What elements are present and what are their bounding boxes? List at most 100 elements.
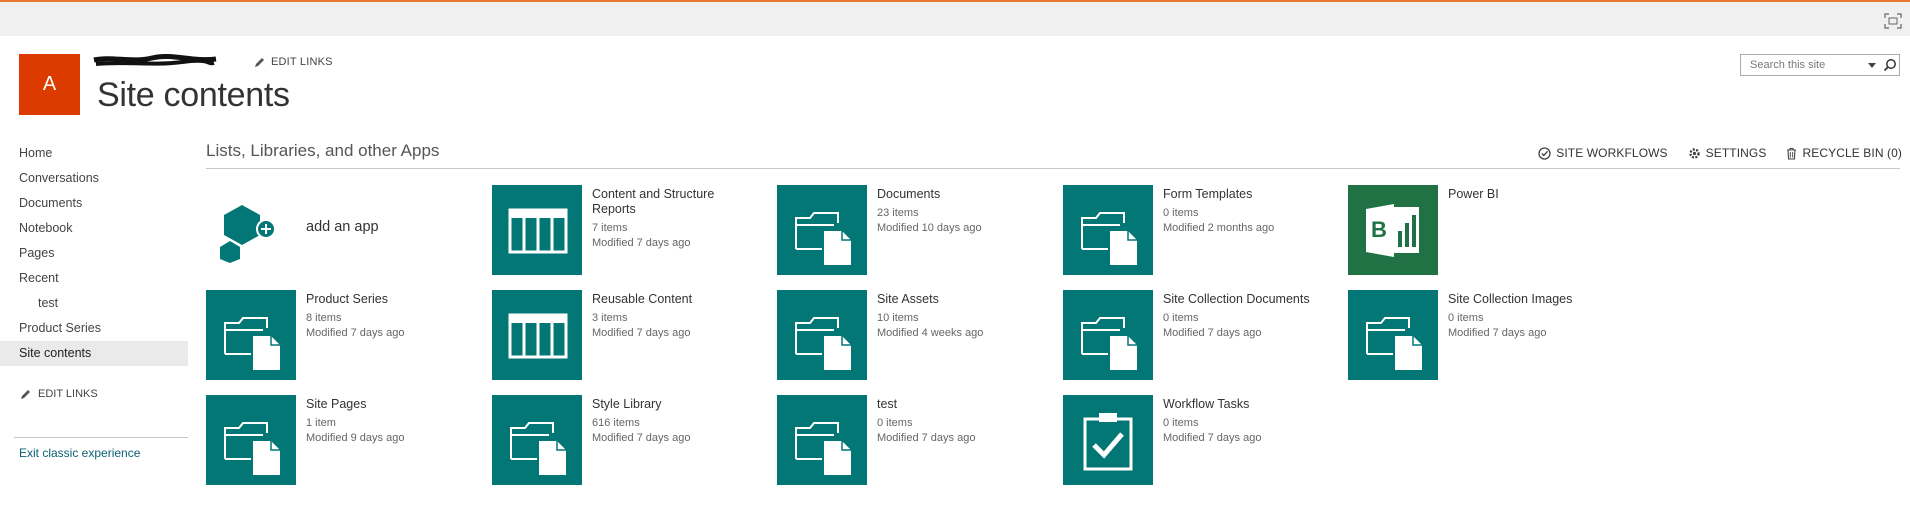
- nav-item-notebook[interactable]: Notebook: [0, 216, 188, 241]
- exit-classic-link[interactable]: Exit classic experience: [19, 446, 140, 460]
- workflow-check-icon: [1538, 146, 1551, 160]
- nav-divider: [14, 437, 188, 438]
- tile-name: Power BI: [1448, 187, 1499, 201]
- settings-label: SETTINGS: [1705, 146, 1767, 160]
- tile-modified: Modified 4 weeks ago: [877, 327, 984, 339]
- tile-name: Documents: [877, 187, 941, 201]
- tile-item-count: 0 items: [1163, 207, 1199, 219]
- tile-modified: Modified 7 days ago: [306, 327, 405, 339]
- settings-button[interactable]: SETTINGS: [1688, 146, 1767, 160]
- add-app-icon: [220, 205, 276, 263]
- tile-name: test: [877, 397, 898, 411]
- tile-item-count: 1 item: [306, 417, 336, 429]
- top-bar: [0, 0, 1910, 36]
- folder-icon: [1348, 290, 1438, 380]
- folder-icon: [206, 290, 296, 380]
- tile-modified: Modified 7 days ago: [877, 432, 976, 444]
- folder-icon: [777, 395, 867, 485]
- tile-name: Style Library: [592, 397, 662, 411]
- tile-name: Site Collection Images: [1448, 292, 1573, 306]
- add-app-tile[interactable]: add an app: [206, 185, 476, 277]
- tile-site-collection-documents[interactable]: Site Collection Documents 0 items Modifi…: [1063, 290, 1333, 382]
- tile-name: Reusable Content: [592, 292, 693, 306]
- tile-modified: Modified 7 days ago: [1163, 327, 1262, 339]
- tile-name: Content and Structure Reports: [592, 187, 715, 216]
- tile-reusable-content[interactable]: Reusable Content 3 items Modified 7 days…: [492, 290, 762, 382]
- tile-power-bi[interactable]: Power BI: [1348, 185, 1618, 277]
- tile-item-count: 23 items: [877, 207, 919, 219]
- site-logo[interactable]: A: [19, 54, 80, 115]
- recycle-bin-icon: [1787, 147, 1797, 160]
- nav-item-home[interactable]: Home: [0, 141, 188, 166]
- tile-item-count: 8 items: [306, 312, 342, 324]
- focus-mode-icon[interactable]: [1884, 13, 1902, 29]
- nav-item-recent[interactable]: Recent: [0, 266, 188, 291]
- tile-workflow-tasks[interactable]: Workflow Tasks 0 items Modified 7 days a…: [1063, 395, 1333, 487]
- tile-name: Site Collection Documents: [1163, 292, 1310, 306]
- tile-style-library[interactable]: Style Library 616 items Modified 7 days …: [492, 395, 762, 487]
- nav-item-documents[interactable]: Documents: [0, 191, 188, 216]
- tile-documents[interactable]: Documents 23 items Modified 10 days ago: [777, 185, 1047, 277]
- folder-icon: [206, 395, 296, 485]
- tile-modified: Modified 2 months ago: [1163, 222, 1275, 234]
- list-icon: [492, 185, 582, 275]
- tile-name: add an app: [306, 219, 379, 235]
- tile-modified: Modified 7 days ago: [1163, 432, 1262, 444]
- tile-name: Form Templates: [1163, 187, 1253, 201]
- tile-modified: Modified 7 days ago: [592, 432, 691, 444]
- recycle-bin-button[interactable]: RECYCLE BIN (0): [1786, 146, 1902, 160]
- edit-links-nav-label: EDIT LINKS: [38, 388, 98, 400]
- folder-icon: [492, 395, 582, 485]
- tile-product-series[interactable]: Product Series 8 items Modified 7 days a…: [206, 290, 476, 382]
- tile-site-pages[interactable]: Site Pages 1 item Modified 9 days ago: [206, 395, 476, 487]
- redacted-site-name: [93, 54, 217, 66]
- tile-modified: Modified 7 days ago: [592, 237, 691, 249]
- search-box[interactable]: [1740, 54, 1900, 76]
- nav-item-recent-test[interactable]: test: [0, 291, 188, 316]
- pencil-icon: [255, 57, 264, 67]
- tile-site-assets[interactable]: Site Assets 10 items Modified 4 weeks ag…: [777, 290, 1047, 382]
- site-workflows-label: SITE WORKFLOWS: [1556, 146, 1668, 160]
- nav-item-site-contents[interactable]: Site contents: [0, 341, 188, 366]
- tile-content-and-structure-reports[interactable]: Content and Structure Reports 7 items Mo…: [492, 185, 762, 277]
- tile-item-count: 0 items: [1163, 417, 1199, 429]
- tile-item-count: 0 items: [1448, 312, 1484, 324]
- tile-item-count: 0 items: [877, 417, 913, 429]
- tile-modified: Modified 9 days ago: [306, 432, 405, 444]
- tile-item-count: 10 items: [877, 312, 919, 324]
- search-icon[interactable]: [1883, 58, 1897, 72]
- pencil-icon: [21, 389, 30, 399]
- tile-name: Workflow Tasks: [1163, 397, 1250, 411]
- folder-icon: [777, 290, 867, 380]
- tile-site-collection-images[interactable]: Site Collection Images 0 items Modified …: [1348, 290, 1618, 382]
- tile-item-count: 3 items: [592, 312, 628, 324]
- search-input[interactable]: [1748, 58, 1862, 72]
- page-title: Site contents: [97, 76, 290, 114]
- nav-item-conversations[interactable]: Conversations: [0, 166, 188, 191]
- folder-icon: [1063, 185, 1153, 275]
- search-scope-dropdown-icon[interactable]: [1868, 62, 1876, 68]
- list-icon: [492, 290, 582, 380]
- tile-modified: Modified 10 days ago: [877, 222, 982, 234]
- site-workflows-button[interactable]: SITE WORKFLOWS: [1538, 146, 1668, 160]
- tile-name: Product Series: [306, 292, 388, 306]
- power-bi-icon: [1348, 185, 1438, 275]
- tasks-icon: [1063, 395, 1153, 485]
- recycle-bin-label: RECYCLE BIN (0): [1802, 146, 1902, 160]
- tile-item-count: 7 items: [592, 222, 628, 234]
- nav-item-pages[interactable]: Pages: [0, 241, 188, 266]
- site-logo-letter: A: [42, 73, 57, 95]
- tile-item-count: 616 items: [592, 417, 640, 429]
- tile-test[interactable]: test 0 items Modified 7 days ago: [777, 395, 1047, 487]
- left-navigation: Home Conversations Documents Notebook Pa…: [0, 141, 188, 366]
- gear-icon: [1688, 147, 1700, 159]
- section-divider: [206, 168, 1900, 169]
- nav-item-product-series[interactable]: Product Series: [0, 316, 188, 341]
- folder-icon: [777, 185, 867, 275]
- tile-item-count: 0 items: [1163, 312, 1199, 324]
- edit-links-top[interactable]: EDIT LINKS: [254, 56, 333, 68]
- tile-form-templates[interactable]: Form Templates 0 items Modified 2 months…: [1063, 185, 1333, 277]
- edit-links-nav[interactable]: EDIT LINKS: [20, 388, 98, 400]
- tile-name: Site Pages: [306, 397, 367, 411]
- tile-modified: Modified 7 days ago: [592, 327, 691, 339]
